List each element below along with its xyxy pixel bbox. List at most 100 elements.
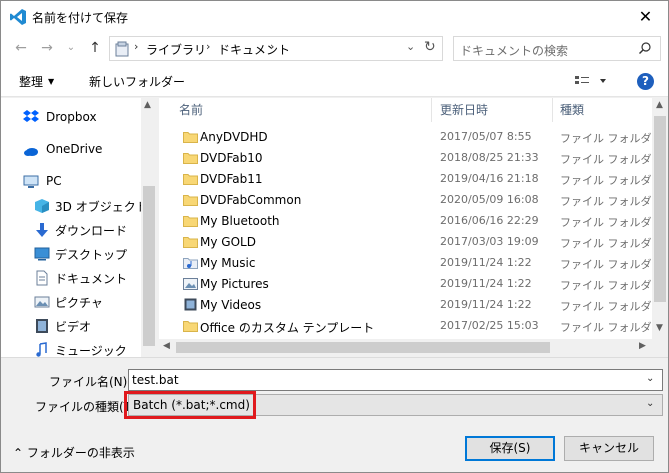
- horizontal-scroll-thumb[interactable]: [176, 342, 550, 353]
- file-type: ファイル フォルダー: [560, 153, 652, 166]
- help-button[interactable]: ?: [637, 73, 654, 90]
- up-button[interactable]: ↑: [85, 38, 105, 58]
- save-form: ファイル名(N): test.bat ⌄ ファイルの種類(T): Batch (…: [1, 357, 668, 472]
- scroll-down-icon[interactable]: ▼: [656, 323, 663, 333]
- picture-icon: [34, 296, 50, 308]
- view-options-button[interactable]: [573, 72, 613, 90]
- arrow-right-icon: →: [41, 40, 53, 56]
- file-row[interactable]: My Bluetooth 2016/06/16 22:29 ファイル フォルダー: [159, 211, 652, 232]
- pc-icon: [23, 175, 39, 188]
- forward-button[interactable]: →: [37, 38, 57, 58]
- folder-icon: [183, 174, 198, 185]
- file-type: ファイル フォルダー: [560, 216, 652, 229]
- recent-locations-button[interactable]: ⌄: [61, 38, 81, 58]
- chevron-down-icon[interactable]: ⌄: [646, 398, 654, 409]
- breadcrumb-documents[interactable]: ドキュメント: [218, 41, 290, 58]
- back-button[interactable]: ←: [11, 38, 31, 58]
- file-name: DVDFabCommon: [200, 193, 302, 207]
- column-header-date[interactable]: 更新日時: [440, 98, 488, 122]
- file-row[interactable]: My Music 2019/11/24 1:22 ファイル フォルダー: [159, 253, 652, 274]
- file-name: Office のカスタム テンプレート: [200, 321, 375, 335]
- new-folder-button[interactable]: 新しいフォルダー: [89, 73, 185, 90]
- cancel-button[interactable]: キャンセル: [564, 436, 654, 461]
- file-list-horizontal-scrollbar[interactable]: ◀ ▶: [159, 339, 652, 356]
- column-divider[interactable]: [431, 98, 432, 122]
- folder-icon: [183, 153, 198, 164]
- file-row[interactable]: DVDFabCommon 2020/05/09 16:08 ファイル フォルダー: [159, 190, 652, 211]
- organize-button[interactable]: 整理 ▼: [19, 73, 54, 90]
- desktop-icon: [34, 247, 50, 261]
- file-type: ファイル フォルダー: [560, 174, 652, 187]
- refresh-icon[interactable]: ↻: [424, 39, 436, 55]
- hide-folders-toggle[interactable]: ⌃ フォルダーの非表示: [13, 444, 135, 461]
- column-divider[interactable]: [552, 98, 553, 122]
- save-button[interactable]: 保存(S): [465, 436, 555, 461]
- file-date: 2019/11/24 1:22: [440, 256, 532, 269]
- address-bar[interactable]: › ライブラリ › ドキュメント › ⌄ ↻: [109, 36, 443, 61]
- file-name: My Pictures: [200, 277, 269, 291]
- music-icon: [36, 342, 47, 357]
- sidebar-item-label: ダウンロード: [55, 224, 128, 238]
- file-row[interactable]: My GOLD 2017/03/03 19:09 ファイル フォルダー: [159, 232, 652, 253]
- column-header-name[interactable]: 名前: [179, 98, 203, 122]
- filename-value: test.bat: [132, 373, 179, 387]
- search-placeholder: ドキュメントの検索: [460, 44, 569, 58]
- file-list-vertical-scrollbar[interactable]: ▲ ▼: [652, 98, 668, 339]
- chevron-up-icon: ⌃: [13, 446, 24, 460]
- column-header-type[interactable]: 種類: [560, 98, 584, 122]
- scroll-left-icon[interactable]: ◀: [163, 341, 170, 351]
- sidebar-item-label: PC: [46, 174, 62, 188]
- library-icon: [115, 41, 129, 57]
- file-name: My Videos: [200, 298, 262, 312]
- file-date: 2019/04/16 21:18: [440, 172, 539, 185]
- title-bar: 名前を付けて保存 ✕: [1, 1, 668, 32]
- sidebar-scroll-thumb[interactable]: [143, 186, 155, 346]
- file-type: ファイル フォルダー: [560, 195, 652, 208]
- file-name: AnyDVDHD: [200, 130, 268, 144]
- file-row[interactable]: My Pictures 2019/11/24 1:22 ファイル フォルダー: [159, 274, 652, 295]
- sidebar-scrollbar[interactable]: ▲: [141, 98, 157, 357]
- file-date: 2019/11/24 1:22: [440, 298, 532, 311]
- file-row[interactable]: My Videos 2019/11/24 1:22 ファイル フォルダー: [159, 295, 652, 316]
- scroll-up-icon[interactable]: ▲: [144, 100, 151, 110]
- file-type: ファイル フォルダー: [560, 279, 652, 292]
- hide-folders-label: フォルダーの非表示: [26, 446, 135, 460]
- arrow-left-icon: ←: [15, 40, 27, 56]
- file-type: ファイル フォルダー: [560, 321, 652, 334]
- navigation-bar: ← → ⌄ ↑ › ライブラリ › ドキュメント › ⌄ ↻ ドキュメントの検索: [1, 32, 668, 65]
- folder-icon: [183, 216, 198, 227]
- window-title: 名前を付けて保存: [32, 11, 129, 25]
- vertical-scroll-thumb[interactable]: [654, 116, 666, 302]
- scroll-right-icon[interactable]: ▶: [639, 341, 646, 351]
- sort-ascending-icon: ⌃: [299, 98, 307, 104]
- file-date: 2016/06/16 22:29: [440, 214, 539, 227]
- file-name: My Music: [200, 256, 256, 270]
- scroll-up-icon[interactable]: ▲: [656, 100, 663, 110]
- file-list: ⌃ 名前 更新日時 種類 AnyDVDHD 2017/05/07 8:55 ファイル…: [159, 98, 652, 339]
- vscode-icon: [10, 9, 26, 25]
- dropbox-icon: [23, 110, 39, 122]
- document-icon: [36, 270, 48, 286]
- file-type: ファイル フォルダー: [560, 258, 652, 271]
- file-row[interactable]: DVDFab10 2018/08/25 21:33 ファイル フォルダー: [159, 148, 652, 169]
- close-button[interactable]: ✕: [623, 1, 668, 32]
- file-row[interactable]: AnyDVDHD 2017/05/07 8:55 ファイル フォルダー: [159, 127, 652, 148]
- address-dropdown-icon[interactable]: ⌄: [406, 40, 415, 53]
- chevron-down-icon[interactable]: ⌄: [646, 373, 654, 384]
- filename-label: ファイル名(N):: [49, 375, 132, 389]
- sidebar-item-label: ピクチャ: [55, 296, 103, 310]
- search-box[interactable]: ドキュメントの検索: [453, 36, 661, 61]
- breadcrumb-library[interactable]: ライブラリ: [146, 41, 206, 58]
- file-row[interactable]: Office のカスタム テンプレート 2017/02/25 15:03 ファイル …: [159, 316, 652, 337]
- breadcrumb-separator-icon: ›: [134, 40, 139, 53]
- file-date: 2020/05/09 16:08: [440, 193, 539, 206]
- sidebar-item-label: 3D オブジェクト: [55, 200, 148, 214]
- file-date: 2017/03/03 19:09: [440, 235, 539, 248]
- breadcrumb-separator-icon: ›: [270, 40, 275, 53]
- file-type: ファイル フォルダー: [560, 300, 652, 313]
- search-icon: [639, 42, 651, 54]
- details-view-icon: [575, 76, 606, 84]
- file-row[interactable]: DVDFab11 2019/04/16 21:18 ファイル フォルダー: [159, 169, 652, 190]
- filename-field[interactable]: test.bat ⌄: [128, 369, 663, 391]
- breadcrumb-separator-icon: ›: [206, 40, 211, 53]
